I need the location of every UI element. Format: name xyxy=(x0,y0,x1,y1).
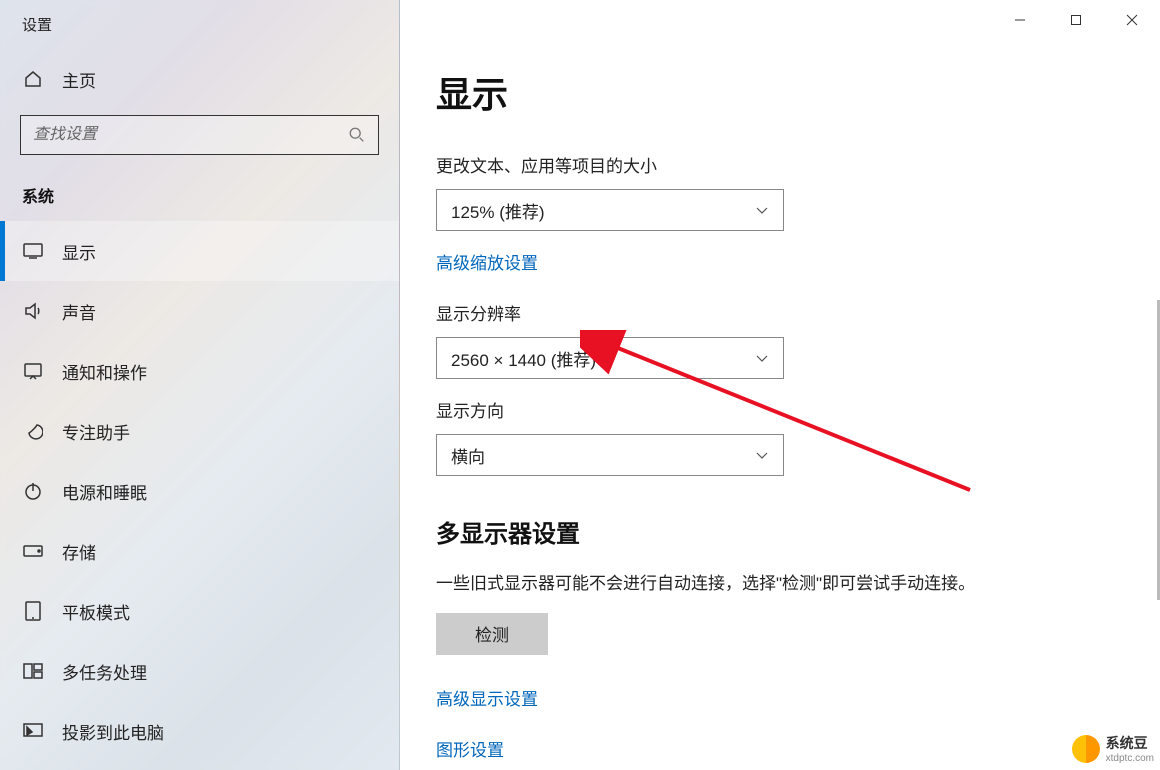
chevron-down-icon xyxy=(755,353,769,363)
sidebar-section-label: 系统 xyxy=(0,155,399,221)
page-title: 显示 xyxy=(436,66,1124,118)
sound-icon xyxy=(22,302,44,320)
close-button[interactable] xyxy=(1104,0,1160,40)
sidebar-item-project[interactable]: 投影到此电脑 xyxy=(0,701,399,761)
advanced-display-link[interactable]: 高级显示设置 xyxy=(436,685,538,710)
app-title: 设置 xyxy=(0,0,399,49)
scale-label: 更改文本、应用等项目的大小 xyxy=(436,152,1124,177)
tablet-icon xyxy=(22,601,44,621)
sidebar: 设置 主页 系统 显示 xyxy=(0,0,400,770)
multitask-icon xyxy=(22,663,44,679)
sidebar-item-label: 通知和操作 xyxy=(62,359,147,384)
sidebar-item-label: 存储 xyxy=(62,539,96,564)
resolution-dropdown[interactable]: 2560 × 1440 (推荐) xyxy=(436,337,784,379)
nav-home-label: 主页 xyxy=(62,67,96,92)
power-icon xyxy=(22,481,44,501)
display-icon xyxy=(22,243,44,259)
graphics-settings-link[interactable]: 图形设置 xyxy=(436,736,504,761)
minimize-button[interactable] xyxy=(992,0,1048,40)
storage-icon xyxy=(22,545,44,557)
resolution-value: 2560 × 1440 (推荐) xyxy=(451,346,755,371)
sidebar-item-label: 电源和睡眠 xyxy=(62,479,147,504)
home-icon xyxy=(22,69,44,89)
focus-icon xyxy=(22,421,44,441)
sidebar-item-display[interactable]: 显示 xyxy=(0,221,399,281)
search-box[interactable] xyxy=(20,115,379,155)
maximize-button[interactable] xyxy=(1048,0,1104,40)
notifications-icon xyxy=(22,362,44,380)
watermark: 系统豆 xtdptc.com xyxy=(1072,733,1154,764)
orientation-dropdown[interactable]: 横向 xyxy=(436,434,784,476)
window-controls xyxy=(992,0,1160,40)
chevron-down-icon xyxy=(755,205,769,215)
settings-window: 设置 主页 系统 显示 xyxy=(0,0,1160,770)
watermark-url: xtdptc.com xyxy=(1106,753,1154,764)
sidebar-item-sound[interactable]: 声音 xyxy=(0,281,399,341)
sidebar-item-label: 投影到此电脑 xyxy=(62,719,164,744)
sidebar-item-label: 平板模式 xyxy=(62,599,130,624)
scale-dropdown[interactable]: 125% (推荐) xyxy=(436,189,784,231)
multi-monitor-help: 一些旧式显示器可能不会进行自动连接，选择"检测"即可尝试手动连接。 xyxy=(436,571,1124,597)
search-icon xyxy=(348,126,366,144)
nav-home[interactable]: 主页 xyxy=(0,49,399,109)
sidebar-item-power[interactable]: 电源和睡眠 xyxy=(0,461,399,521)
project-icon xyxy=(22,723,44,739)
resolution-label: 显示分辨率 xyxy=(436,300,1124,325)
watermark-name: 系统豆 xyxy=(1106,735,1148,751)
chevron-down-icon xyxy=(755,450,769,460)
search-input[interactable] xyxy=(33,126,348,144)
sidebar-item-label: 声音 xyxy=(62,299,96,324)
sidebar-item-label: 显示 xyxy=(62,239,96,264)
sidebar-item-notifications[interactable]: 通知和操作 xyxy=(0,341,399,401)
detect-button[interactable]: 检测 xyxy=(436,613,548,655)
sidebar-item-multitask[interactable]: 多任务处理 xyxy=(0,641,399,701)
advanced-scale-link[interactable]: 高级缩放设置 xyxy=(436,249,538,274)
orientation-label: 显示方向 xyxy=(436,397,1124,422)
scale-value: 125% (推荐) xyxy=(451,198,755,223)
multi-monitor-title: 多显示器设置 xyxy=(436,514,1124,549)
sidebar-item-tablet[interactable]: 平板模式 xyxy=(0,581,399,641)
sidebar-item-label: 多任务处理 xyxy=(62,659,147,684)
main-content: 显示 更改文本、应用等项目的大小 125% (推荐) 高级缩放设置 显示分辨率 … xyxy=(400,0,1160,770)
sidebar-item-label: 专注助手 xyxy=(62,419,130,444)
orientation-value: 横向 xyxy=(451,443,755,468)
sidebar-item-storage[interactable]: 存储 xyxy=(0,521,399,581)
sidebar-item-focus[interactable]: 专注助手 xyxy=(0,401,399,461)
watermark-logo-icon xyxy=(1072,735,1100,763)
